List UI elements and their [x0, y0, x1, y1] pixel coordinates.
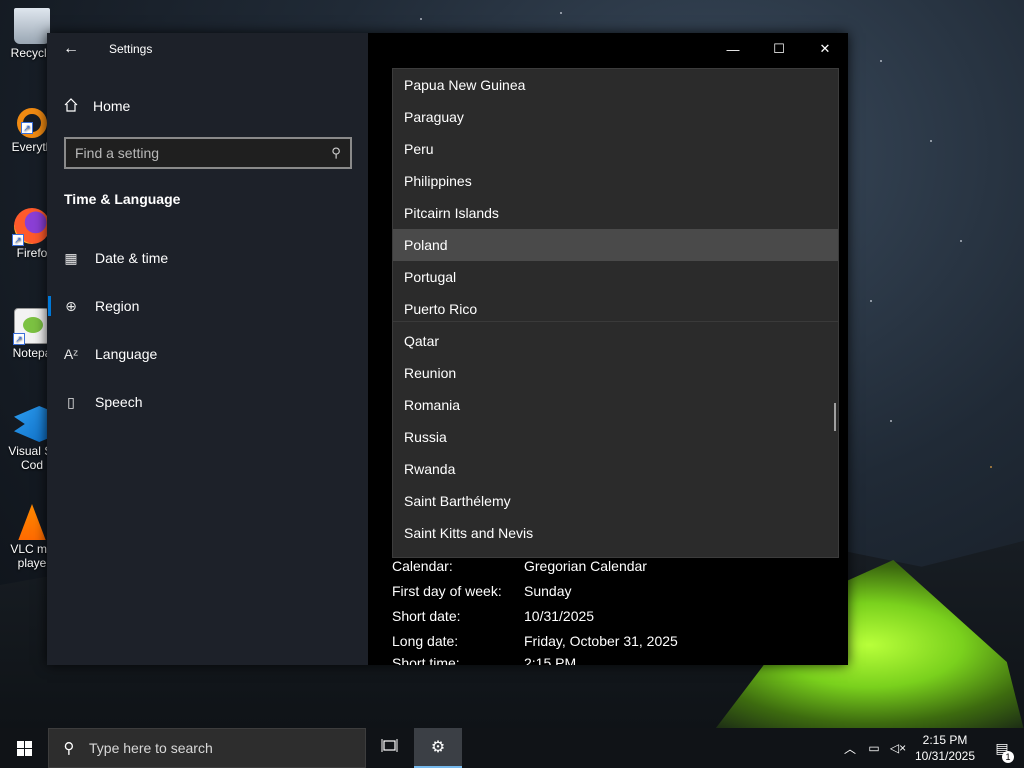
format-value: Gregorian Calendar [524, 558, 647, 574]
list-divider [393, 321, 838, 322]
sidebar-item-speech[interactable]: ▯ Speech [47, 382, 368, 422]
format-value: 2:15 PM [524, 655, 577, 665]
sidebar-item-label: Region [95, 298, 140, 314]
taskbar: ⚲ ⚙ ︿ ▭ ◁× 2:15 PM 10/31/2025 ▤ 1 [0, 728, 1024, 768]
list-item[interactable]: Reunion [393, 357, 838, 389]
sidebar-item-language[interactable]: Aᶻ Language [47, 334, 368, 374]
task-view-button[interactable] [366, 728, 414, 768]
taskbar-search-input[interactable] [89, 740, 365, 756]
globe-icon: ⊕ [65, 297, 77, 314]
start-button[interactable] [0, 728, 48, 768]
format-row-short-time-clipped: Short time: 2:15 PM [392, 655, 792, 665]
notepad-plus-plus-icon: ↗ [13, 308, 50, 345]
list-item[interactable]: Paraguay [393, 101, 838, 133]
task-view-icon [381, 738, 399, 759]
titlebar-right: — ☐ ✕ [368, 33, 848, 65]
country-dropdown-list[interactable]: Papua New Guinea Paraguay Peru Philippin… [392, 68, 839, 558]
microphone-icon: ▯ [67, 393, 75, 410]
taskbar-search-box[interactable]: ⚲ [48, 728, 366, 768]
list-item[interactable]: Rwanda [393, 453, 838, 485]
sidebar-item-label: Speech [95, 394, 143, 410]
shortcut-arrow-icon: ↗ [13, 333, 25, 345]
titlebar-left: ← Settings [47, 33, 368, 65]
format-key: Short time: [392, 655, 460, 665]
vscode-icon [14, 406, 50, 442]
section-title: Time & Language [64, 191, 181, 207]
settings-window: ← Settings Home ⚲ Time & Language ▦ Date… [47, 33, 848, 665]
format-value: 10/31/2025 [524, 608, 595, 624]
format-row-calendar: Calendar: Gregorian Calendar [392, 558, 792, 578]
minimize-icon: — [726, 41, 740, 57]
chevron-up-icon[interactable]: ︿ [838, 740, 862, 757]
list-item[interactable]: Portugal [393, 261, 838, 293]
format-key: Long date: [392, 633, 459, 649]
minimize-button[interactable]: — [710, 33, 756, 65]
list-item[interactable]: Philippines [393, 165, 838, 197]
nav-home-label: Home [93, 98, 131, 114]
clock-date: 10/31/2025 [914, 749, 976, 763]
list-item[interactable]: Peru [393, 133, 838, 165]
scrollbar-thumb[interactable] [834, 403, 836, 431]
list-item[interactable]: Saint Lucia [393, 549, 838, 557]
recycle-bin-icon [14, 8, 50, 44]
volume-muted-icon[interactable]: ◁× [886, 741, 910, 755]
notification-center-button[interactable]: ▤ 1 [980, 740, 1024, 763]
list-item[interactable]: Russia [393, 421, 838, 453]
window-title: Settings [109, 42, 153, 56]
find-setting-search[interactable]: ⚲ [64, 137, 352, 169]
close-icon: ✕ [819, 41, 831, 56]
shortcut-arrow-icon: ↗ [12, 234, 24, 246]
firefox-icon: ↗ [12, 208, 50, 246]
format-value: Friday, October 31, 2025 [524, 633, 678, 649]
settings-sidebar: ← Settings Home ⚲ Time & Language ▦ Date… [47, 33, 368, 665]
close-button[interactable]: ✕ [802, 33, 848, 65]
format-key: Calendar: [392, 558, 453, 574]
list-item[interactable]: Romania [393, 389, 838, 421]
system-tray: ︿ ▭ ◁× 2:15 PM 10/31/2025 ▤ 1 [838, 728, 1024, 768]
everything-search-icon: ↗ [17, 108, 47, 138]
settings-taskbar-button[interactable]: ⚙ [414, 728, 462, 768]
sidebar-item-region[interactable]: ⊕ Region [47, 286, 368, 326]
format-row-long-date: Long date: Friday, October 31, 2025 [392, 633, 792, 653]
sidebar-item-label: Language [95, 346, 158, 362]
back-arrow-icon: ← [63, 40, 79, 57]
format-row-short-date: Short date: 10/31/2025 [392, 608, 792, 628]
network-icon[interactable]: ▭ [862, 741, 886, 755]
format-key: Short date: [392, 608, 461, 624]
list-item[interactable]: Papua New Guinea [393, 69, 838, 101]
list-item[interactable]: Saint Barthélemy [393, 485, 838, 517]
back-button[interactable]: ← [47, 33, 95, 65]
format-row-first-day: First day of week: Sunday [392, 583, 792, 603]
list-item[interactable]: Pitcairn Islands [393, 197, 838, 229]
taskbar-clock[interactable]: 2:15 PM 10/31/2025 [910, 732, 980, 764]
list-item[interactable]: Qatar [393, 325, 838, 357]
gear-icon: ⚙ [430, 739, 446, 756]
search-icon[interactable]: ⚲ [322, 145, 350, 161]
sidebar-item-label: Date & time [95, 250, 169, 266]
clock-time: 2:15 PM [922, 733, 968, 747]
home-icon [63, 97, 79, 116]
search-icon: ⚲ [63, 740, 75, 757]
list-item-highlighted[interactable]: Poland [393, 229, 838, 261]
shortcut-arrow-icon: ↗ [21, 122, 33, 134]
windows-logo-icon [16, 740, 32, 756]
format-value: Sunday [524, 583, 572, 599]
maximize-icon: ☐ [773, 41, 785, 56]
find-setting-input[interactable] [66, 139, 322, 167]
clock-calendar-icon: ▦ [64, 249, 78, 266]
vlc-icon [18, 504, 46, 540]
list-item[interactable]: Saint Kitts and Nevis [393, 517, 838, 549]
nav-home[interactable]: Home [63, 93, 130, 119]
language-icon: Aᶻ [63, 346, 79, 362]
selection-indicator [48, 296, 51, 316]
maximize-button[interactable]: ☐ [756, 33, 802, 65]
format-key: First day of week: [392, 583, 502, 599]
notification-count-badge: 1 [1002, 750, 1014, 763]
sidebar-item-date-time[interactable]: ▦ Date & time [47, 238, 368, 278]
